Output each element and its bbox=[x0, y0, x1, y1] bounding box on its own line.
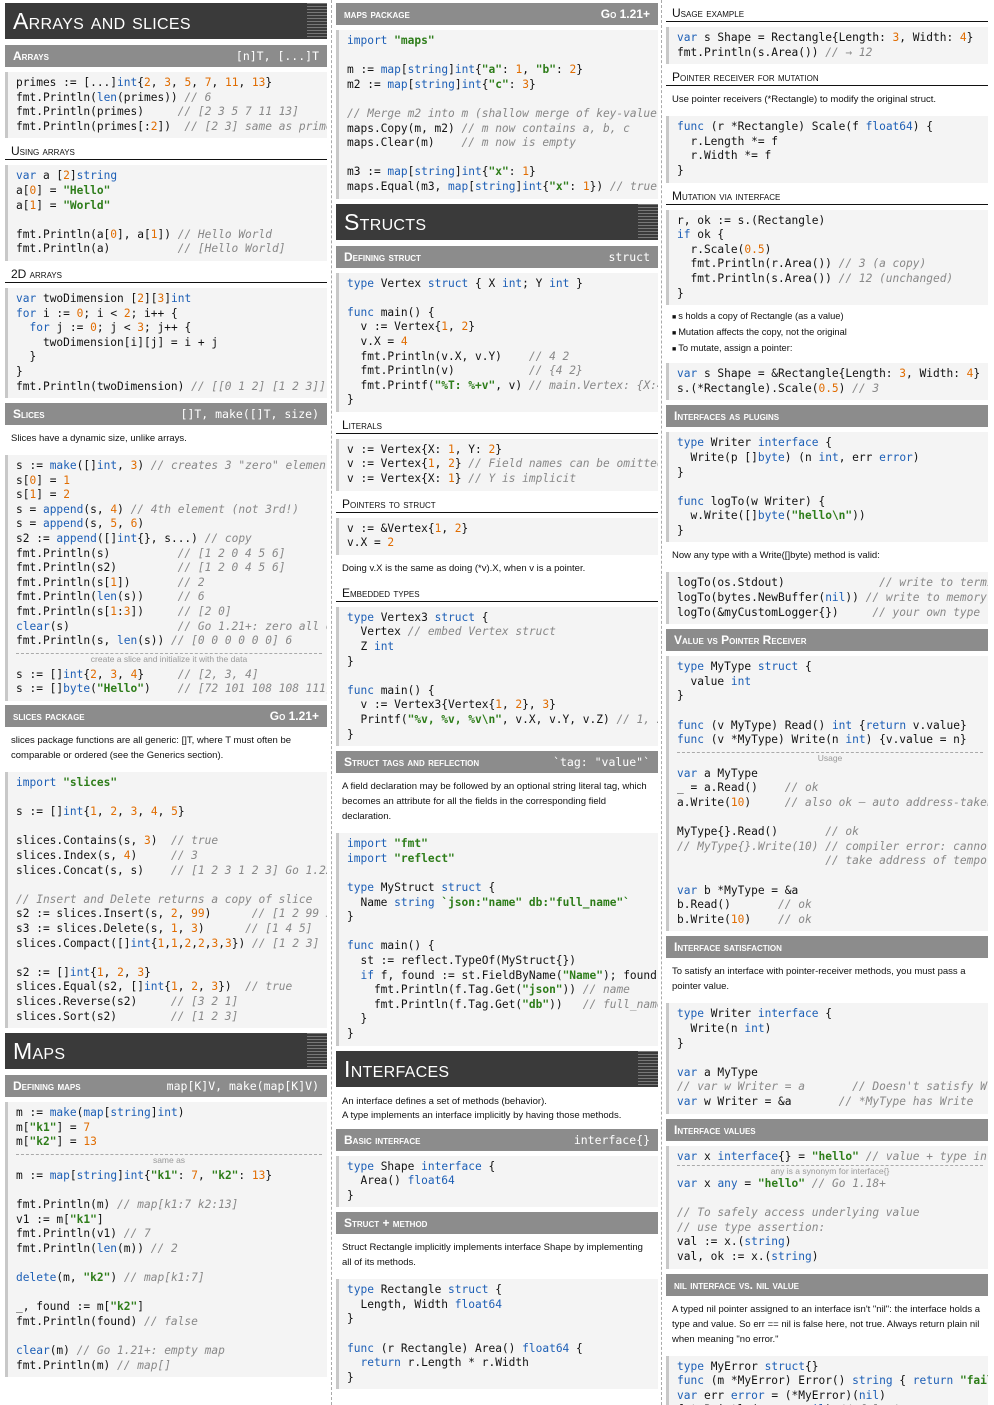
code-mutation-via-interface: r, ok := s.(Rectangle) if ok { r.Scale(0… bbox=[666, 209, 988, 306]
heading-embedded-types: Embedded types bbox=[336, 580, 658, 602]
code-embedded-types: type Vertex3 struct { Vertex // embed Ve… bbox=[336, 606, 658, 747]
interfaces-description-line-2: A type implements an interface implicitl… bbox=[342, 1109, 622, 1121]
heading-struct-method: Struct + method bbox=[336, 1212, 658, 1235]
slices-description: Slices have a dynamic size, unlike array… bbox=[11, 433, 187, 445]
heading-interface-values: Interface values bbox=[666, 1118, 988, 1141]
column-divider-1 bbox=[331, 0, 332, 1405]
column-2: maps package Go 1.21+ import "maps" m := … bbox=[336, 3, 658, 1390]
code-pointers: v := &Vertex{1, 2} v.X = 2 bbox=[336, 517, 658, 555]
divider-usage: Usage bbox=[677, 751, 983, 763]
mutation-note-2: Mutation affects the copy, not the origi… bbox=[672, 325, 982, 341]
interfaces-description-line-1: An interface defines a set of methods (b… bbox=[342, 1095, 547, 1107]
heading-defining-maps: Defining maps map[K]V, make(map[K]V) bbox=[5, 1075, 327, 1098]
section-title-maps: Maps bbox=[5, 1033, 327, 1070]
heading-basic-interface: Basic interface interface{} bbox=[336, 1128, 658, 1151]
heading-slices-package: slices package Go 1.21+ bbox=[5, 705, 327, 727]
mutation-note-3: To mutate, assign a pointer: bbox=[672, 341, 982, 357]
code-slices-package: import "slices" s := []int{1, 2, 3, 4, 5… bbox=[5, 772, 327, 1029]
code-interfaces-as-plugins: type Writer interface { Write(p []byte) … bbox=[666, 432, 988, 543]
heading-maps-package: maps package Go 1.21+ bbox=[336, 3, 658, 25]
code-interface-satisfaction: type Writer interface { Write(n int) } v… bbox=[666, 1003, 988, 1114]
code-struct-tags: import "fmt" import "reflect" type MyStr… bbox=[336, 833, 658, 1046]
column-3: Usage example var s Shape = Rectangle{Le… bbox=[666, 3, 988, 1405]
heading-pointer-receiver: Pointer receiver for mutation bbox=[666, 64, 988, 87]
code-usage-example: var s Shape = Rectangle{Length: 3, Width… bbox=[666, 27, 988, 65]
pointers-description: Doing v.X is the same as doing (*v).X, w… bbox=[342, 562, 586, 574]
heading-mutation-via-interface: Mutation via interface bbox=[666, 183, 988, 205]
satisfaction-description: To satisfy an interface with pointer-rec… bbox=[672, 966, 966, 993]
code-arrays: primes := [...]int{2, 3, 5, 7, 11, 13} f… bbox=[5, 72, 327, 139]
heading-pointers-to-struct: Pointers to struct bbox=[336, 491, 658, 513]
divider-any-synonym: any is a synonym for interface{} bbox=[677, 1165, 983, 1176]
code-interface-values: var x interface{} = "hello" // value + t… bbox=[666, 1145, 988, 1269]
code-plugins-usage: logTo(os.Stdout) // write to terminal lo… bbox=[666, 572, 988, 625]
heading-arrays: Arrays [n]T, [...]T bbox=[5, 45, 327, 67]
slices-package-description: slices package functions are all generic… bbox=[11, 735, 292, 761]
heading-using-arrays: Using arrays bbox=[5, 138, 327, 161]
mutation-notes: s holds a copy of Rectangle (as a value)… bbox=[666, 305, 988, 361]
code-value-vs-pointer: type MyType struct { value int } func (v… bbox=[666, 656, 988, 932]
column-divider-2 bbox=[661, 0, 662, 1405]
divider-same-as: same as bbox=[16, 1153, 322, 1165]
section-title-arrays-and-slices: Arrays and slices bbox=[5, 3, 327, 39]
code-literals: v := Vertex{X: 1, Y: 2} v := Vertex{1, 2… bbox=[336, 438, 658, 491]
struct-tags-description: A field declaration may be followed by a… bbox=[342, 781, 647, 823]
section-title-structs: Structs bbox=[336, 203, 658, 240]
heading-literals: Literals bbox=[336, 412, 658, 434]
struct-method-description: Struct Rectangle implicitly implements i… bbox=[342, 1242, 643, 1269]
code-defining-struct: type Vertex struct { X int; Y int } func… bbox=[336, 272, 658, 412]
section-title-interfaces: Interfaces bbox=[336, 1050, 658, 1087]
code-pointer-receiver: func (r *Rectangle) Scale(f float64) { r… bbox=[666, 116, 988, 183]
code-2d-arrays: var twoDimension [2][3]int for i := 0; i… bbox=[5, 287, 327, 399]
code-defining-maps: m := make(map[string]int) m["k1"] = 7 m[… bbox=[5, 1102, 327, 1378]
pointer-receiver-description: Use pointer receivers (*Rectangle) to mo… bbox=[672, 94, 937, 106]
code-maps-package: import "maps" m := map[string]int{"a": 1… bbox=[336, 30, 658, 199]
heading-usage-example: Usage example bbox=[666, 0, 988, 22]
code-using-arrays: var a [2]string a[0] = "Hello" a[1] = "W… bbox=[5, 165, 327, 261]
interfaces-description: An interface defines a set of methods (b… bbox=[336, 1087, 658, 1127]
divider-create-slice: create a slice and initialize it with th… bbox=[16, 652, 322, 664]
nil-interface-description: A typed nil pointer assigned to an inter… bbox=[672, 1303, 980, 1345]
heading-struct-tags: Struct tags and reflection `tag: "value"` bbox=[336, 751, 658, 774]
heading-interface-satisfaction: Interface satisfaction bbox=[666, 936, 988, 959]
heading-defining-struct: Defining struct struct bbox=[336, 245, 658, 268]
code-assign-pointer: var s Shape = &Rectangle{Length: 3, Widt… bbox=[666, 363, 988, 401]
plugins-description: Now any type with a Write([]byte) method… bbox=[672, 550, 880, 562]
code-slices: s := make([]int, 3) // creates 3 "zero" … bbox=[5, 455, 327, 701]
code-struct-method: type Rectangle struct { Length, Width fl… bbox=[336, 1279, 658, 1390]
heading-2d-arrays: 2D arrays bbox=[5, 261, 327, 283]
mutation-note-1: s holds a copy of Rectangle (as a value) bbox=[672, 309, 982, 325]
code-nil-interface: type MyError struct{} func (m *MyError) … bbox=[666, 1355, 988, 1405]
heading-value-vs-pointer: Value vs Pointer Receiver bbox=[666, 629, 988, 652]
column-1: Arrays and slices Arrays [n]T, [...]T pri… bbox=[5, 3, 327, 1378]
heading-nil-interface: nil interface vs. nil value bbox=[666, 1273, 988, 1296]
code-basic-interface: type Shape interface { Area() float64 } bbox=[336, 1155, 658, 1208]
heading-interfaces-as-plugins: Interfaces as plugins bbox=[666, 405, 988, 428]
heading-slices: Slices []T, make([]T, size) bbox=[5, 403, 327, 426]
